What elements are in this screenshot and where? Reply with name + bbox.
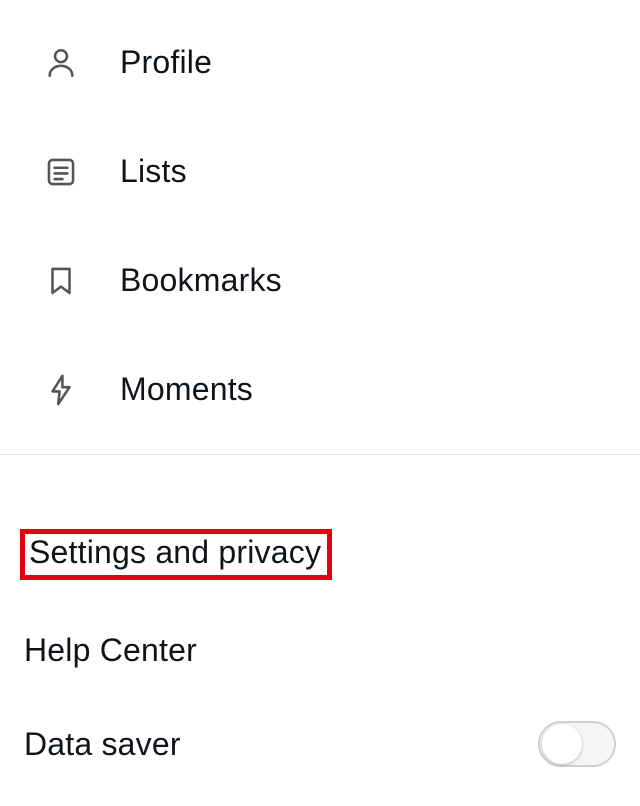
menu-label-moments: Moments <box>120 371 253 408</box>
toggle-knob <box>542 724 582 764</box>
data-saver-toggle[interactable] <box>538 721 616 767</box>
menu-item-moments[interactable]: Moments <box>0 335 640 444</box>
menu-item-bookmarks[interactable]: Bookmarks <box>0 226 640 335</box>
menu-item-profile[interactable]: Profile <box>0 8 640 117</box>
menu-label-profile: Profile <box>120 44 212 81</box>
moments-icon <box>44 373 78 407</box>
highlight-box: Settings and privacy <box>20 529 332 580</box>
menu-label-bookmarks: Bookmarks <box>120 262 282 299</box>
profile-icon <box>44 46 78 80</box>
secondary-menu: Settings and privacy Help Center Data sa… <box>0 455 640 767</box>
menu-label-lists: Lists <box>120 153 187 190</box>
menu-item-settings-and-privacy[interactable]: Settings and privacy <box>0 503 640 606</box>
menu-item-data-saver: Data saver <box>0 695 640 767</box>
menu-label-data-saver: Data saver <box>24 726 181 763</box>
menu-item-lists[interactable]: Lists <box>0 117 640 226</box>
bookmark-icon <box>44 264 78 298</box>
primary-menu: Profile Lists Bookmarks Moments <box>0 0 640 444</box>
menu-item-help-center[interactable]: Help Center <box>0 606 640 695</box>
menu-label-settings-and-privacy: Settings and privacy <box>29 534 321 570</box>
menu-label-help-center: Help Center <box>24 632 197 669</box>
lists-icon <box>44 155 78 189</box>
